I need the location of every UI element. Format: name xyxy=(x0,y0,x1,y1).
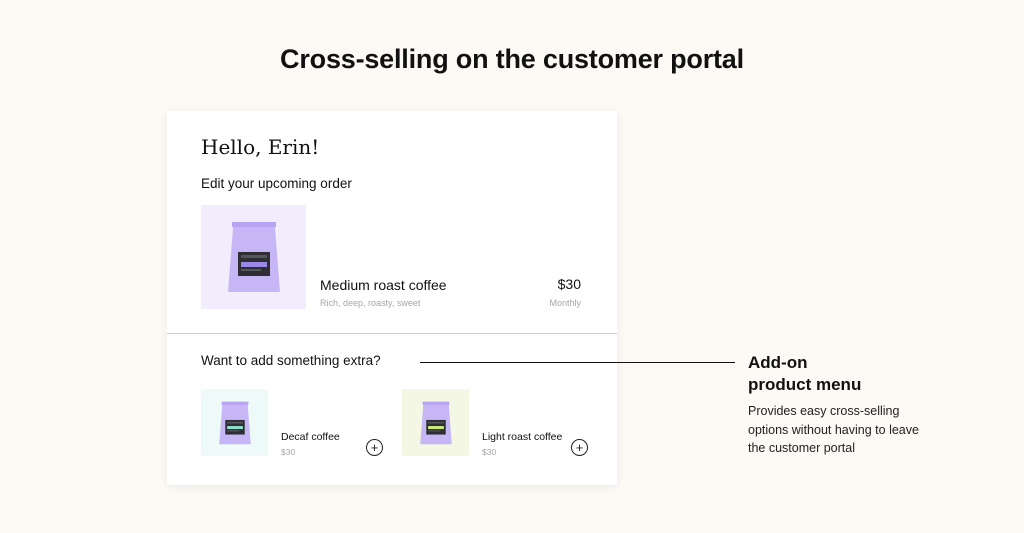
plus-icon: + xyxy=(575,440,584,455)
coffee-bag-icon xyxy=(227,222,280,292)
main-product-price: $30 xyxy=(557,276,581,292)
coffee-bag-icon xyxy=(419,401,452,444)
decaf-coffee-image[interactable] xyxy=(201,389,268,456)
add-decaf-button[interactable]: + xyxy=(366,439,383,456)
decaf-coffee-price: $30 xyxy=(281,447,296,457)
edit-order-heading: Edit your upcoming order xyxy=(201,176,352,191)
greeting: Hello, Erin! xyxy=(201,135,320,159)
light-roast-coffee-image[interactable] xyxy=(402,389,469,456)
light-roast-coffee-name: Light roast coffee xyxy=(482,431,563,443)
add-light-roast-button[interactable]: + xyxy=(571,439,588,456)
coffee-bag-icon xyxy=(218,401,251,444)
add-on-heading: Want to add something extra? xyxy=(201,353,381,368)
main-product-description: Rich, deep, roasty, sweet xyxy=(320,298,421,308)
callout-description: Provides easy cross-selling options with… xyxy=(748,404,919,455)
page-headline: Cross-selling on the customer portal xyxy=(280,44,744,74)
decaf-coffee-name: Decaf coffee xyxy=(281,431,340,443)
callout-title-line-2: product menu xyxy=(748,375,862,394)
plus-icon: + xyxy=(370,440,379,455)
callout-title-line-1: Add-on xyxy=(748,353,808,372)
main-product-frequency: Monthly xyxy=(549,298,581,308)
callout-connector-line xyxy=(420,362,735,364)
main-product-image[interactable] xyxy=(201,205,306,309)
callout-title: Add-on product menu xyxy=(748,352,861,396)
section-divider xyxy=(167,333,617,334)
customer-portal-card: Hello, Erin! Edit your upcoming order Me… xyxy=(167,111,617,485)
main-product-name: Medium roast coffee xyxy=(320,277,447,293)
light-roast-coffee-price: $30 xyxy=(482,447,497,457)
